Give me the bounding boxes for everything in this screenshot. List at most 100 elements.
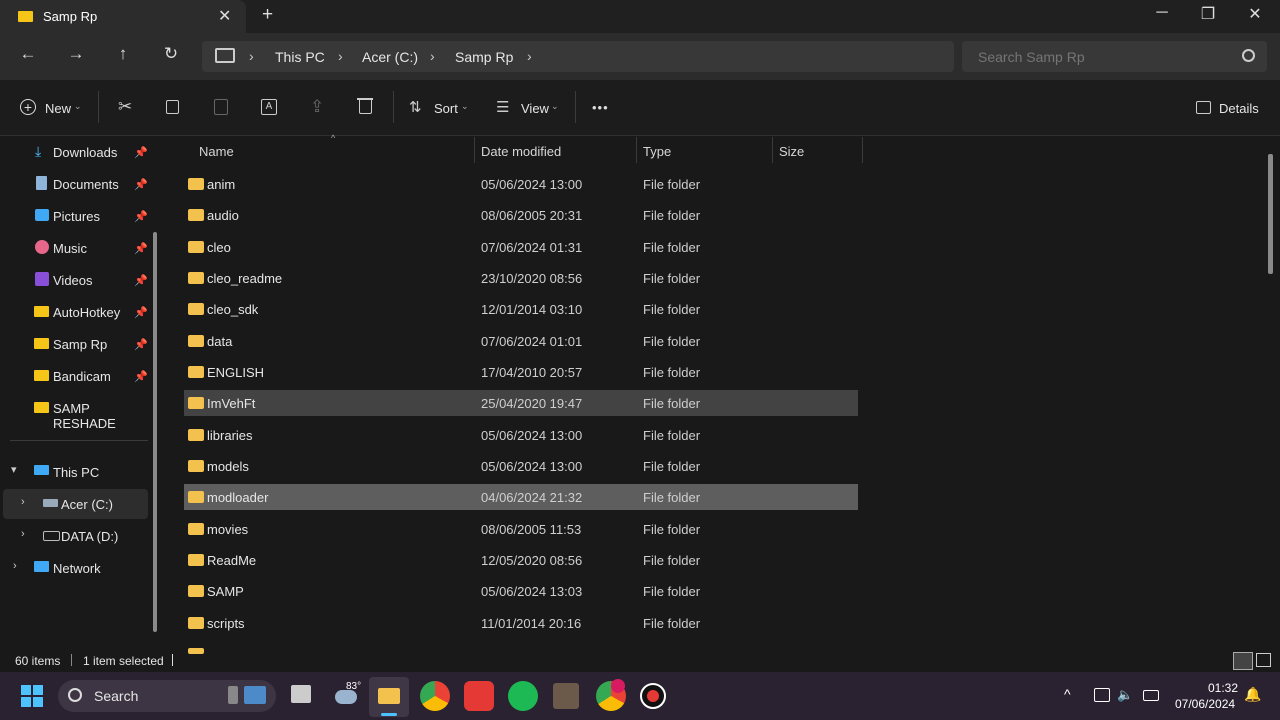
details-button[interactable]: Details xyxy=(1219,101,1259,116)
refresh-button[interactable]: ↻ xyxy=(156,44,186,64)
sidebar-item-label: SAMP RESHADE xyxy=(53,401,116,431)
sidebar-item-documents[interactable]: Documents 📌 xyxy=(0,169,150,199)
table-row[interactable]: data 07/06/2024 01:01 File folder xyxy=(184,328,858,354)
file-type: File folder xyxy=(643,302,701,317)
new-tab-button[interactable]: + xyxy=(262,4,273,26)
sort-button[interactable]: Sort xyxy=(434,101,458,116)
back-button[interactable]: ← xyxy=(13,44,43,64)
maximize-button[interactable]: ❐ xyxy=(1188,4,1228,24)
sidebar-item-label: AutoHotkey xyxy=(53,305,121,320)
sidebar-item-pictures[interactable]: Pictures 📌 xyxy=(0,201,150,231)
folder-icon xyxy=(188,617,204,629)
column-divider[interactable] xyxy=(772,137,773,163)
sidebar-item-network[interactable]: › Network xyxy=(0,553,150,583)
notification-bell-icon[interactable]: 🔔 xyxy=(1244,686,1261,703)
weather-temperature: 83° xyxy=(346,681,362,692)
sidebar-item-samp-rp[interactable]: Samp Rp 📌 xyxy=(0,329,150,359)
copy-icon[interactable] xyxy=(166,100,179,114)
battery-icon[interactable] xyxy=(1143,690,1159,701)
file-type: File folder xyxy=(643,490,701,505)
delete-icon[interactable] xyxy=(359,100,372,114)
table-row[interactable]: movies 08/06/2005 11:53 File folder xyxy=(184,516,858,542)
clock-time[interactable]: 01:32 xyxy=(1208,681,1238,695)
table-row[interactable]: cleo_sdk 12/01/2014 03:10 File folder xyxy=(184,296,858,322)
breadcrumb-acer-c[interactable]: Acer (C:) xyxy=(362,49,418,65)
windows-logo-pane xyxy=(33,697,43,707)
sidebar-scrollbar[interactable] xyxy=(153,232,157,632)
sidebar-item-this-pc[interactable]: ▾ This PC xyxy=(0,457,150,487)
chevron-right-icon[interactable]: › xyxy=(21,528,25,540)
details-view-toggle[interactable] xyxy=(1233,652,1253,670)
record-icon[interactable] xyxy=(640,683,666,709)
tray-overflow-icon[interactable]: ^ xyxy=(1064,686,1071,702)
file-name: ImVehFt xyxy=(207,396,256,411)
rename-icon[interactable]: A xyxy=(261,99,277,115)
sidebar-item-autohotkey[interactable]: AutoHotkey 📌 xyxy=(0,297,150,327)
taskbar-search[interactable]: Search xyxy=(58,680,276,712)
sidebar-item-videos[interactable]: Videos 📌 xyxy=(0,265,150,295)
file-explorer-taskbar-button[interactable] xyxy=(369,677,409,717)
column-divider[interactable] xyxy=(474,137,475,163)
breadcrumb-samp-rp[interactable]: Samp Rp xyxy=(455,49,513,65)
paste-icon[interactable] xyxy=(214,99,228,115)
sidebar-item-music[interactable]: Music 📌 xyxy=(0,233,150,263)
file-date-modified: 08/06/2005 11:53 xyxy=(481,522,582,537)
column-header-type[interactable]: Type xyxy=(643,144,671,159)
table-row[interactable]: cleo 07/06/2024 01:31 File folder xyxy=(184,234,858,260)
table-row[interactable]: ImVehFt 25/04/2020 19:47 File folder xyxy=(184,390,858,416)
table-row[interactable]: modloader 04/06/2024 21:32 File folder xyxy=(184,484,858,510)
view-button[interactable]: View xyxy=(521,101,549,116)
table-row[interactable]: anim 05/06/2024 13:00 File folder xyxy=(184,171,858,197)
more-options-button[interactable]: ••• xyxy=(592,100,609,115)
cut-icon[interactable]: ✂ xyxy=(118,97,132,117)
chrome-icon[interactable] xyxy=(420,681,450,711)
volume-icon[interactable]: 🔈 xyxy=(1117,687,1133,703)
table-row[interactable]: libraries 05/06/2024 13:00 File folder xyxy=(184,422,858,448)
file-list-scrollbar[interactable] xyxy=(1268,154,1273,274)
sidebar-item-downloads[interactable]: ⤓ Downloads 📌 xyxy=(0,137,150,167)
up-button[interactable]: ↑ xyxy=(108,44,138,64)
sidebar-item-bandicam[interactable]: Bandicam 📌 xyxy=(0,361,150,391)
sidebar-item-acer-c[interactable]: › Acer (C:) xyxy=(3,489,148,519)
file-name: libraries xyxy=(207,428,253,443)
table-row[interactable]: SAMP 05/06/2024 13:03 File folder xyxy=(184,578,858,604)
column-divider[interactable] xyxy=(636,137,637,163)
tiles-view-toggle[interactable] xyxy=(1256,653,1271,667)
chevron-right-icon[interactable]: › xyxy=(13,560,17,572)
game-icon[interactable] xyxy=(553,683,579,709)
file-name: SAMP xyxy=(207,584,244,599)
table-row[interactable]: ReadMe 12/05/2020 08:56 File folder xyxy=(184,547,858,573)
start-button[interactable] xyxy=(21,685,43,707)
pictures-icon xyxy=(35,209,49,221)
task-view-icon[interactable] xyxy=(291,685,311,703)
tab-samp-rp[interactable] xyxy=(0,0,246,33)
spotify-icon[interactable] xyxy=(508,681,538,711)
search-input[interactable] xyxy=(976,48,1230,66)
column-header-size[interactable]: Size xyxy=(779,144,804,159)
column-header-name[interactable]: Name xyxy=(199,144,234,159)
close-window-button[interactable]: ✕ xyxy=(1235,4,1275,24)
table-row[interactable]: models 05/06/2024 13:00 File folder xyxy=(184,453,858,479)
chevron-right-icon[interactable]: › xyxy=(21,496,25,508)
table-row[interactable]: scripts 11/01/2014 20:16 File folder xyxy=(184,610,858,636)
table-row[interactable]: ENGLISH 17/04/2010 20:57 File folder xyxy=(184,359,858,385)
close-tab-button[interactable]: ✕ xyxy=(218,6,231,26)
chevron-expanded-icon[interactable]: ▾ xyxy=(11,463,17,476)
wps-office-icon[interactable] xyxy=(464,681,494,711)
column-header-date[interactable]: Date modified xyxy=(481,144,561,159)
sidebar-item-data-d[interactable]: › DATA (D:) xyxy=(0,521,150,551)
table-row[interactable]: audio 08/06/2005 20:31 File folder xyxy=(184,202,858,228)
breadcrumb-this-pc[interactable]: This PC xyxy=(275,49,325,65)
clock-date[interactable]: 07/06/2024 xyxy=(1175,697,1235,711)
minimize-button[interactable]: ─ xyxy=(1142,4,1182,22)
folder-icon xyxy=(188,491,204,503)
monitor-icon[interactable] xyxy=(1094,688,1110,702)
table-row[interactable]: cleo_readme 23/10/2020 08:56 File folder xyxy=(184,265,858,291)
column-divider[interactable] xyxy=(862,137,863,163)
forward-button[interactable]: → xyxy=(61,44,91,64)
search-box[interactable] xyxy=(962,41,1267,72)
share-icon[interactable]: ⇪ xyxy=(310,97,324,117)
weather-icon[interactable] xyxy=(335,690,357,704)
sidebar-item-samp-reshade[interactable]: SAMP RESHADE xyxy=(0,393,150,431)
new-button[interactable]: New xyxy=(45,101,71,116)
